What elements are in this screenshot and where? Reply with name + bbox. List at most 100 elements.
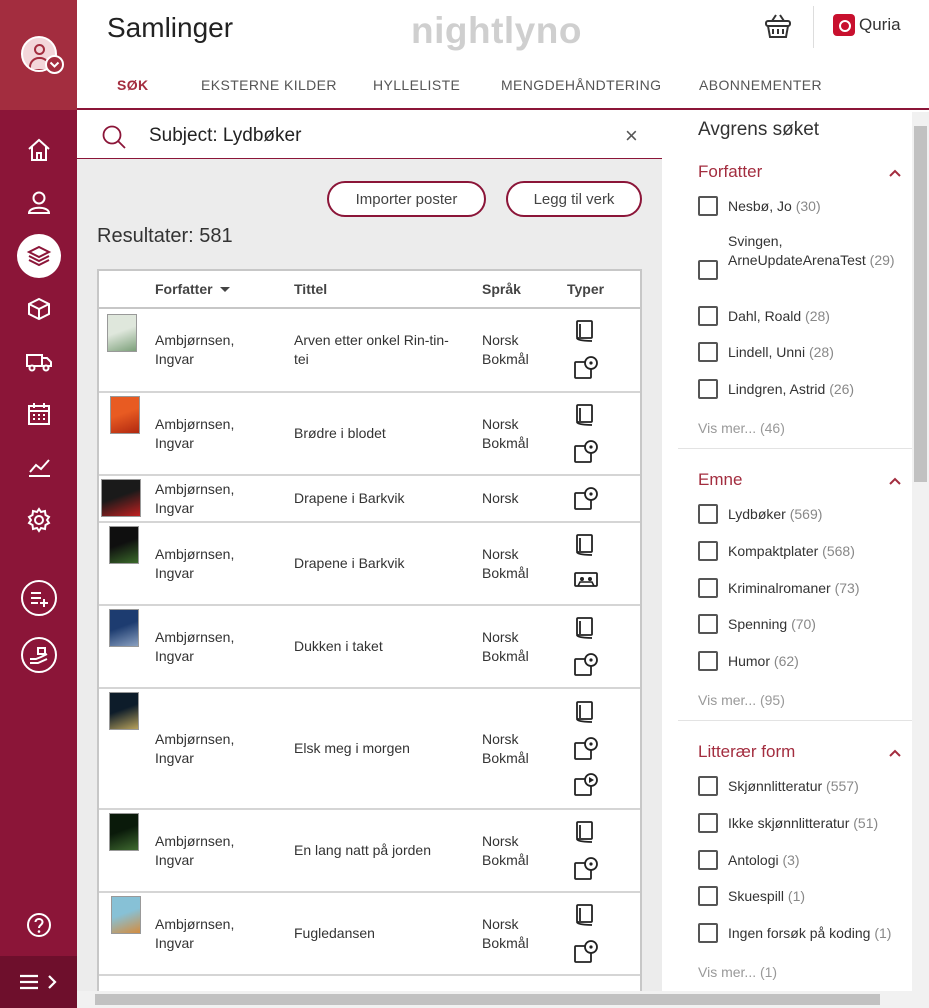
facet-option-label: Humor (62) bbox=[728, 653, 799, 669]
search-input[interactable] bbox=[149, 123, 609, 149]
add-list-icon[interactable] bbox=[21, 580, 57, 616]
facet-checkbox[interactable] bbox=[698, 886, 718, 906]
tab-shelf-list[interactable]: HYLLELISTE bbox=[373, 77, 460, 93]
scrollbar-thumb[interactable] bbox=[914, 126, 927, 482]
hand-offer-icon[interactable] bbox=[21, 637, 57, 673]
tab-subscriptions[interactable]: ABONNEMENTER bbox=[699, 77, 822, 93]
box-icon[interactable] bbox=[22, 292, 56, 326]
scrollbar-thumb[interactable] bbox=[95, 994, 880, 1005]
facet-checkbox[interactable] bbox=[698, 260, 718, 280]
facet-option-label: Kompaktplater (568) bbox=[728, 543, 855, 559]
language-cell: Norsk Bokmål bbox=[482, 545, 529, 581]
facet-option-label: Nesbø, Jo (30) bbox=[728, 198, 821, 214]
facet-checkbox[interactable] bbox=[698, 379, 718, 399]
gear-icon[interactable] bbox=[22, 503, 56, 537]
basket-icon[interactable] bbox=[763, 12, 793, 40]
language-cell: Norsk bbox=[482, 490, 519, 506]
tab-bulk-management[interactable]: MENGDEHÅNDTERING bbox=[501, 77, 661, 93]
author-cell: Ambjørnsen, Ingvar bbox=[155, 545, 235, 581]
title-cell[interactable]: Dukken i taket bbox=[294, 637, 469, 656]
search-icon[interactable] bbox=[101, 124, 127, 155]
book-cover-thumbnail[interactable] bbox=[109, 526, 139, 564]
add-work-button[interactable]: Legg til verk bbox=[506, 181, 642, 217]
title-cell[interactable]: Drapene i Barkvik bbox=[294, 489, 469, 508]
facet-checkbox[interactable] bbox=[698, 541, 718, 561]
chart-icon[interactable] bbox=[22, 450, 56, 484]
chevron-up-icon[interactable] bbox=[888, 165, 902, 181]
column-language[interactable]: Språk bbox=[482, 281, 521, 297]
book-icon bbox=[573, 903, 597, 927]
facet-count: (28) bbox=[805, 308, 830, 324]
title-cell[interactable]: En lang natt på jorden bbox=[294, 841, 469, 860]
facet-checkbox[interactable] bbox=[698, 850, 718, 870]
facet-count: (26) bbox=[829, 381, 855, 397]
column-author[interactable]: Forfatter bbox=[155, 281, 231, 297]
audio-cd-icon bbox=[573, 939, 598, 963]
show-more-link[interactable]: Vis mer... (1) bbox=[698, 964, 777, 980]
facet-checkbox[interactable] bbox=[698, 776, 718, 796]
book-cover-thumbnail[interactable] bbox=[109, 609, 139, 647]
layers-icon[interactable] bbox=[17, 234, 61, 278]
table-row[interactable]: Ambjørnsen, Ingvar Drapene i Barkvik Norsk bbox=[99, 476, 640, 523]
facet-checkbox[interactable] bbox=[698, 342, 718, 362]
author-cell: Ambjørnsen, Ingvar bbox=[155, 415, 235, 451]
facet-checkbox[interactable] bbox=[698, 578, 718, 598]
sort-desc-icon bbox=[219, 287, 230, 292]
book-cover-thumbnail[interactable] bbox=[109, 813, 139, 851]
facet-option-label: Svingen, ArneUpdateArenaTest (29) bbox=[728, 233, 895, 268]
book-cover-thumbnail[interactable] bbox=[109, 692, 139, 730]
book-cover-thumbnail[interactable] bbox=[110, 396, 140, 434]
close-icon[interactable]: × bbox=[625, 125, 638, 147]
results-table: Forfatter Tittel Språk Typer Ambjørnsen,… bbox=[97, 269, 642, 999]
facet-checkbox[interactable] bbox=[698, 813, 718, 833]
table-row[interactable]: Ambjørnsen, Ingvar En lang natt på jorden N… bbox=[99, 810, 640, 893]
title-cell[interactable]: Elsk meg i morgen bbox=[294, 739, 469, 758]
facet-heading[interactable]: Forfatter bbox=[698, 162, 762, 182]
horizontal-scrollbar[interactable] bbox=[77, 991, 912, 1008]
tab-external-sources[interactable]: EKSTERNE KILDER bbox=[201, 77, 337, 93]
chevron-down-icon[interactable] bbox=[45, 55, 64, 74]
title-cell[interactable]: Fugledansen bbox=[294, 924, 469, 943]
language-cell: Norsk Bokmål bbox=[482, 832, 529, 868]
menu-toggle[interactable] bbox=[0, 956, 77, 1008]
show-more-link[interactable]: Vis mer... (46) bbox=[698, 420, 785, 436]
user-icon[interactable] bbox=[22, 185, 56, 219]
tab-search[interactable]: SØK bbox=[117, 77, 149, 93]
author-cell: Ambjørnsen, Ingvar bbox=[155, 832, 235, 868]
facet-checkbox[interactable] bbox=[698, 306, 718, 326]
table-row[interactable]: Ambjørnsen, Ingvar Elsk meg i morgen Norsk B… bbox=[99, 689, 640, 810]
table-row[interactable]: Ambjørnsen, Ingvar Fugledansen Norsk Bokmål bbox=[99, 893, 640, 976]
facet-checkbox[interactable] bbox=[698, 614, 718, 634]
show-more-link[interactable]: Vis mer... (95) bbox=[698, 692, 785, 708]
facet-heading[interactable]: Emne bbox=[698, 470, 742, 490]
home-icon[interactable] bbox=[22, 133, 56, 167]
table-row[interactable]: Ambjørnsen, Ingvar Arven etter onkel Rin-t… bbox=[99, 309, 640, 393]
facet-checkbox[interactable] bbox=[698, 651, 718, 671]
audio-cd-icon bbox=[573, 439, 598, 463]
table-row[interactable]: Ambjørnsen, Ingvar Brødre i blodet Norsk Bok… bbox=[99, 393, 640, 476]
book-cover-thumbnail[interactable] bbox=[111, 896, 141, 934]
facet-checkbox[interactable] bbox=[698, 923, 718, 943]
column-title[interactable]: Tittel bbox=[294, 281, 327, 297]
import-records-button[interactable]: Importer poster bbox=[327, 181, 486, 217]
vertical-scrollbar[interactable] bbox=[912, 112, 929, 1008]
truck-icon[interactable] bbox=[22, 344, 56, 378]
facet-option-label: Skjønnlitteratur (557) bbox=[728, 778, 859, 794]
title-cell[interactable]: Drapene i Barkvik bbox=[294, 554, 469, 573]
chevron-up-icon[interactable] bbox=[888, 745, 902, 761]
book-cover-thumbnail[interactable] bbox=[101, 479, 141, 517]
facet-count: (30) bbox=[795, 198, 821, 214]
title-cell[interactable]: Arven etter onkel Rin-tin-tei bbox=[294, 331, 469, 369]
table-row[interactable]: Ambjørnsen, Ingvar Drapene i Barkvik Norsk B… bbox=[99, 523, 640, 606]
facet-option-label: Lydbøker (569) bbox=[728, 506, 823, 522]
title-cell[interactable]: Brødre i blodet bbox=[294, 424, 469, 443]
facet-checkbox[interactable] bbox=[698, 196, 718, 216]
book-cover-thumbnail[interactable] bbox=[107, 314, 137, 352]
column-types: Typer bbox=[567, 281, 605, 297]
help-icon[interactable] bbox=[22, 908, 56, 942]
table-row[interactable]: Ambjørnsen, Ingvar Dukken i taket Norsk Bokm… bbox=[99, 606, 640, 689]
chevron-up-icon[interactable] bbox=[888, 473, 902, 489]
calendar-icon[interactable] bbox=[22, 397, 56, 431]
facet-checkbox[interactable] bbox=[698, 504, 718, 524]
facet-heading[interactable]: Litterær form bbox=[698, 742, 795, 762]
